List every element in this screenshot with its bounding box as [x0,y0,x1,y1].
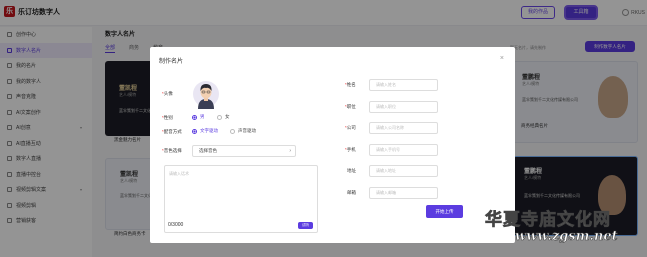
start-upload-button[interactable]: 开始上传 [426,205,463,218]
voice-select[interactable]: 选择音色 › [192,145,296,157]
company-field[interactable]: 请输入公司名称 [369,122,438,134]
position-field[interactable]: 请输入职位 [369,101,438,113]
watermark: 华夏寺庙文化网 www.zgsm.net [485,205,645,253]
make-card-dialog: 制作名片 × *头像 *性别 男 女 *配音方式 文字驱动 声音驱动 *音色选择… [150,47,515,243]
radio-unchecked-icon [217,114,222,120]
address-label: 地址 [347,168,356,173]
dialog-title: 制作名片 [159,59,184,65]
avatar-upload[interactable] [192,80,220,110]
name-field[interactable]: 请输入姓名 [369,79,438,91]
watermark-url: www.zgsm.net [515,229,618,245]
email-label: 邮箱 [347,190,356,195]
config-text-radio[interactable]: 文字驱动 [192,128,218,134]
char-count: 0/3000 [168,222,184,228]
close-icon[interactable]: × [500,55,504,62]
radio-checked-icon [192,114,197,120]
gender-label: *性别 [162,115,173,120]
email-field[interactable]: 请输入邮箱 [369,187,438,199]
gender-female-radio[interactable]: 女 [217,114,230,120]
name-label: *姓名 [345,82,356,87]
position-label: *职位 [345,104,356,109]
watermark-text: 华夏寺庙文化网 [485,210,611,231]
company-label: *公司 [345,125,356,130]
config-voice-radio[interactable]: 声音驱动 [230,128,256,134]
voice-label: *音色选择 [162,148,182,153]
avatar-icon [193,81,219,109]
avatar-label: *头像 [162,91,173,96]
phone-label: *手机 [345,147,356,152]
config-label: *配音方式 [162,129,182,134]
phone-field[interactable]: 请输入手机号 [369,144,438,156]
radio-unchecked-icon [230,128,235,134]
address-field[interactable]: 请输入地址 [369,165,438,177]
radio-checked-icon [192,128,197,134]
script-textarea[interactable]: 请输入话术 0/3000 试听 [164,165,318,233]
preview-button[interactable]: 试听 [298,222,313,229]
chevron-right-icon: › [289,148,291,154]
script-placeholder: 请输入话术 [169,171,189,176]
gender-male-radio[interactable]: 男 [192,114,205,120]
